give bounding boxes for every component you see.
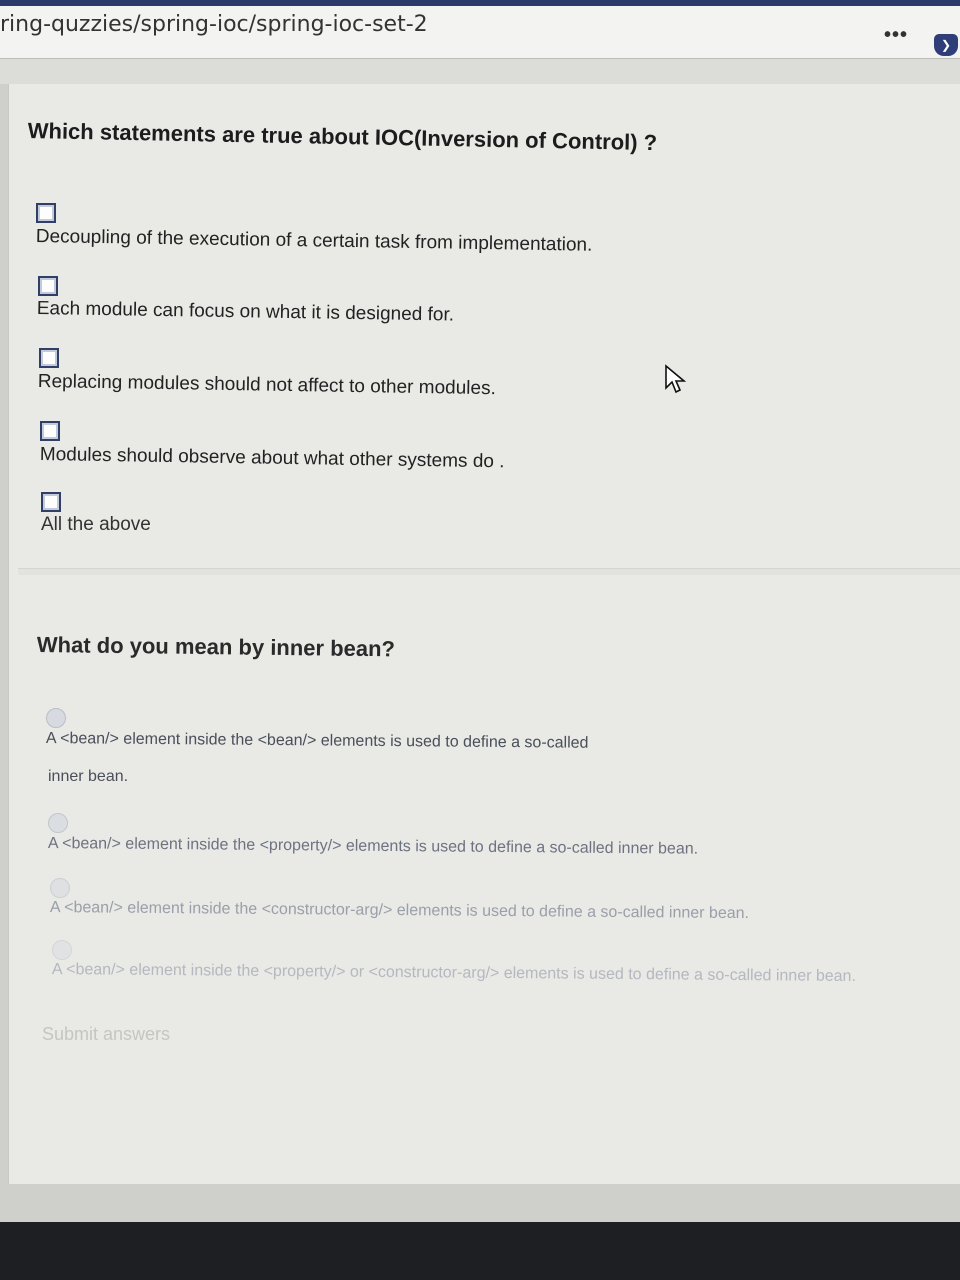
radio-option-3[interactable] <box>50 878 70 898</box>
question-2-title: What do you mean by inner bean? <box>36 632 396 662</box>
page-strip <box>0 59 960 84</box>
checkbox-option-3[interactable] <box>39 348 59 368</box>
more-dots-icon[interactable]: ••• <box>884 24 908 47</box>
radio-option-4[interactable] <box>52 940 72 960</box>
checkbox-option-5[interactable] <box>41 492 61 512</box>
submit-answers-button[interactable]: Submit answers <box>42 1024 170 1045</box>
address-bar[interactable]: ring-quzzies/spring-ioc/spring-ioc-set-2… <box>0 6 960 59</box>
checkbox-option-2[interactable] <box>38 276 58 296</box>
url-text[interactable]: ring-quzzies/spring-ioc/spring-ioc-set-2 <box>0 12 428 37</box>
mouse-cursor-icon <box>665 364 687 394</box>
option-5-label: All the above <box>41 514 151 535</box>
checkbox-option-1[interactable] <box>36 203 56 223</box>
section-divider <box>18 568 960 575</box>
radio-option-2[interactable] <box>48 813 68 833</box>
pocket-icon[interactable]: ❯ <box>934 34 958 56</box>
radio-option-1-label-cont: inner bean. <box>48 768 129 785</box>
screen-bezel <box>0 1222 960 1280</box>
radio-option-1[interactable] <box>46 708 66 728</box>
checkbox-option-4[interactable] <box>40 421 60 441</box>
